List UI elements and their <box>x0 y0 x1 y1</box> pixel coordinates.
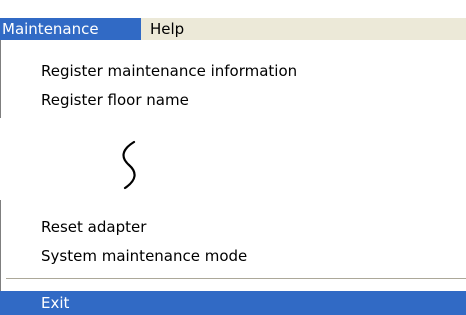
menu-separator <box>6 278 466 280</box>
menu-item-register-maintenance-information[interactable]: Register maintenance information <box>0 59 466 83</box>
menu-help[interactable]: Help <box>145 18 189 40</box>
squiggle-break-icon <box>122 140 136 190</box>
menu-item-exit[interactable]: Exit <box>0 291 466 315</box>
maintenance-dropdown-menu: Register maintenance information Registe… <box>0 40 466 315</box>
menu-item-system-maintenance-mode[interactable]: System maintenance mode <box>0 244 466 268</box>
menu-maintenance[interactable]: Maintenance <box>0 18 141 40</box>
menu-bar: Maintenance Help <box>0 0 466 40</box>
menu-item-register-floor-name[interactable]: Register floor name <box>0 88 466 112</box>
menu-item-reset-adapter[interactable]: Reset adapter <box>0 215 466 239</box>
